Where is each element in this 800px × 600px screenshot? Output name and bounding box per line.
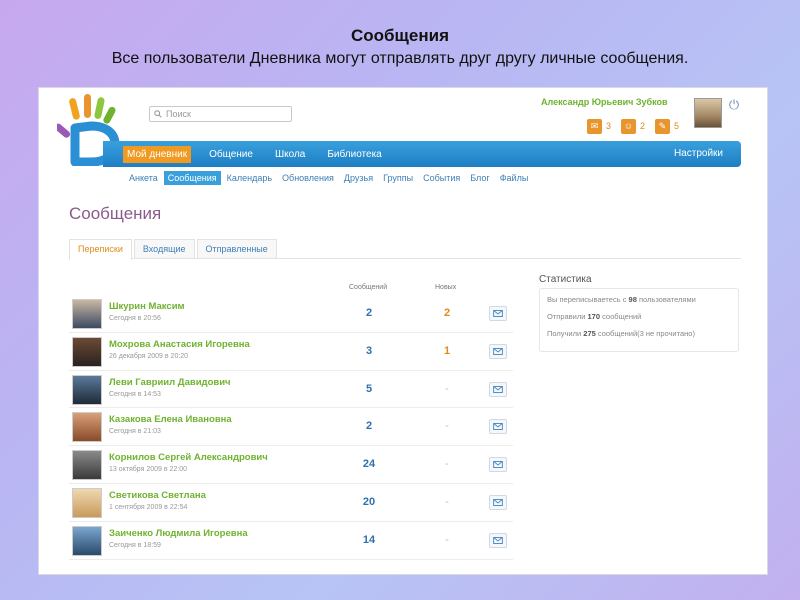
new-count: - xyxy=(445,382,449,395)
tab-inbox[interactable]: Входящие xyxy=(133,239,195,258)
subnav-item-messages[interactable]: Сообщения xyxy=(163,171,221,185)
table-row[interactable]: Шкурин Максим Сегодня в 20:56 2 2 xyxy=(69,295,513,333)
table-row[interactable]: Леви Гавриил Давидович Сегодня в 14:53 5… xyxy=(69,371,513,409)
badge-count: 2 xyxy=(640,121,646,131)
message-tabs: Переписки Входящие Отправленные xyxy=(69,239,741,260)
slide-subtitle: Все пользователи Дневника могут отправля… xyxy=(111,50,689,67)
avatar[interactable] xyxy=(72,450,102,481)
message-count: 20 xyxy=(362,495,376,508)
envelope-icon[interactable] xyxy=(489,532,507,548)
last-message-date: Сегодня в 18:59 xyxy=(109,541,161,549)
page-title: Сообщения xyxy=(69,204,162,223)
message-count: 2 xyxy=(365,307,373,319)
tab-sent[interactable]: Отправленные xyxy=(196,239,277,258)
column-header-new: Новых xyxy=(435,284,457,291)
stats-line-sent: Отправили 170 сообщений xyxy=(547,312,642,321)
new-count: - xyxy=(445,420,449,433)
subnav-item-profile[interactable]: Анкета xyxy=(125,171,162,185)
subnav-item-events[interactable]: События xyxy=(419,171,464,185)
badge-messages[interactable]: ✉ 3 xyxy=(587,118,611,134)
user-avatar[interactable] xyxy=(694,98,722,128)
envelope-icon[interactable] xyxy=(489,419,507,435)
avatar[interactable] xyxy=(72,525,102,556)
contact-name[interactable]: Заиченко Людмила Игоревна xyxy=(109,528,248,539)
envelope-icon[interactable] xyxy=(489,306,507,321)
subnav-item-calendar[interactable]: Календарь xyxy=(223,171,276,185)
new-count: 2 xyxy=(443,307,451,319)
last-message-date: Сегодня в 21:03 xyxy=(109,428,161,436)
message-count: 2 xyxy=(365,420,373,433)
power-icon[interactable]: ⏻ xyxy=(727,98,741,112)
table-row[interactable]: Мохрова Анастасия Игоревна 26 декабря 20… xyxy=(69,333,513,371)
stats-line-correspondents: Вы переписываетесь с 98 пользователями xyxy=(547,295,696,304)
stats-title: Статистика xyxy=(539,274,592,285)
stats-panel: Вы переписываетесь с 98 пользователями О… xyxy=(539,288,739,352)
new-count: - xyxy=(445,533,449,546)
app-screenshot: Поиск Александр Юрьевич Зубков ⏻ ✉ 3 ☺ 2… xyxy=(38,87,768,575)
subnav-item-groups[interactable]: Группы xyxy=(379,171,417,185)
stats-line-received: Получили 275 сообщений(3 не прочитано) xyxy=(547,329,695,338)
nav-item-my-diary[interactable]: Мой дневник xyxy=(123,145,192,163)
sub-nav: Анкета Сообщения Календарь Обновления Др… xyxy=(125,171,534,185)
badge-events[interactable]: ✎ 5 xyxy=(655,118,679,134)
last-message-date: Сегодня в 20:56 xyxy=(109,315,161,322)
last-message-date: 26 декабря 2009 в 20:20 xyxy=(109,352,189,360)
nav-item-library[interactable]: Библиотека xyxy=(323,146,385,163)
last-message-date: 1 сентября 2009 в 22:54 xyxy=(109,503,188,511)
envelope-icon[interactable] xyxy=(489,494,507,510)
envelope-icon[interactable] xyxy=(489,457,507,473)
new-count: 1 xyxy=(443,344,451,357)
table-row[interactable]: Корнилов Сергей Александрович 13 октября… xyxy=(69,446,513,484)
nav-item-settings[interactable]: Настройки xyxy=(674,148,723,159)
search-placeholder: Поиск xyxy=(166,109,191,119)
contact-name[interactable]: Мохрова Анастасия Игоревна xyxy=(109,339,250,350)
notification-badges: ✉ 3 ☺ 2 ✎ 5 xyxy=(587,118,679,134)
contact-name[interactable]: Леви Гавриил Давидович xyxy=(109,377,231,388)
nav-item-school[interactable]: Школа xyxy=(271,146,309,163)
subnav-item-updates[interactable]: Обновления xyxy=(278,171,338,185)
envelope-icon[interactable] xyxy=(489,381,507,397)
avatar[interactable] xyxy=(72,336,102,367)
contact-name[interactable]: Казакова Елена Ивановна xyxy=(109,414,232,425)
contact-name[interactable]: Корнилов Сергей Александрович xyxy=(109,452,268,463)
conversation-list: Шкурин Максим Сегодня в 20:56 2 2 Мохров… xyxy=(69,295,513,560)
search-input[interactable]: Поиск xyxy=(149,106,292,122)
message-count: 24 xyxy=(362,458,376,471)
badge-count: 5 xyxy=(674,121,680,131)
nav-item-communication[interactable]: Общение xyxy=(205,146,257,163)
envelope-icon[interactable] xyxy=(489,343,507,359)
pencil-icon: ✎ xyxy=(655,118,671,134)
subnav-item-blog[interactable]: Блог xyxy=(466,171,493,185)
table-row[interactable]: Заиченко Людмила Игоревна Сегодня в 18:5… xyxy=(69,522,513,560)
envelope-icon: ✉ xyxy=(587,118,602,134)
contact-name[interactable]: Шкурин Максим xyxy=(109,301,185,312)
avatar[interactable] xyxy=(72,299,102,329)
last-message-date: 13 октября 2009 в 22:00 xyxy=(109,466,188,474)
slide-title: Сообщения xyxy=(351,26,449,45)
last-message-date: Сегодня в 14:53 xyxy=(109,390,161,398)
search-icon xyxy=(154,110,162,118)
message-count: 3 xyxy=(365,344,373,357)
avatar[interactable] xyxy=(72,487,102,518)
table-row[interactable]: Казакова Елена Ивановна Сегодня в 21:03 … xyxy=(69,408,513,447)
message-count: 14 xyxy=(362,533,376,546)
message-count: 5 xyxy=(365,382,373,395)
badge-friends[interactable]: ☺ 2 xyxy=(621,118,645,134)
column-header-messages: Сообщений xyxy=(349,284,388,291)
table-row[interactable]: Светикова Светлана 1 сентября 2009 в 22:… xyxy=(69,484,513,522)
subnav-item-files[interactable]: Файлы xyxy=(496,171,533,185)
avatar[interactable] xyxy=(72,412,102,443)
user-name-link[interactable]: Александр Юрьевич Зубков xyxy=(541,97,667,107)
main-nav: Мой дневник Общение Школа Библиотека Нас… xyxy=(103,141,741,167)
subnav-item-friends[interactable]: Друзья xyxy=(340,171,377,185)
tab-conversations[interactable]: Переписки xyxy=(69,239,132,260)
avatar[interactable] xyxy=(72,374,102,405)
person-icon: ☺ xyxy=(621,118,637,134)
badge-count: 3 xyxy=(606,121,612,131)
contact-name[interactable]: Светикова Светлана xyxy=(109,490,206,501)
new-count: - xyxy=(445,495,449,508)
new-count: - xyxy=(445,458,449,471)
